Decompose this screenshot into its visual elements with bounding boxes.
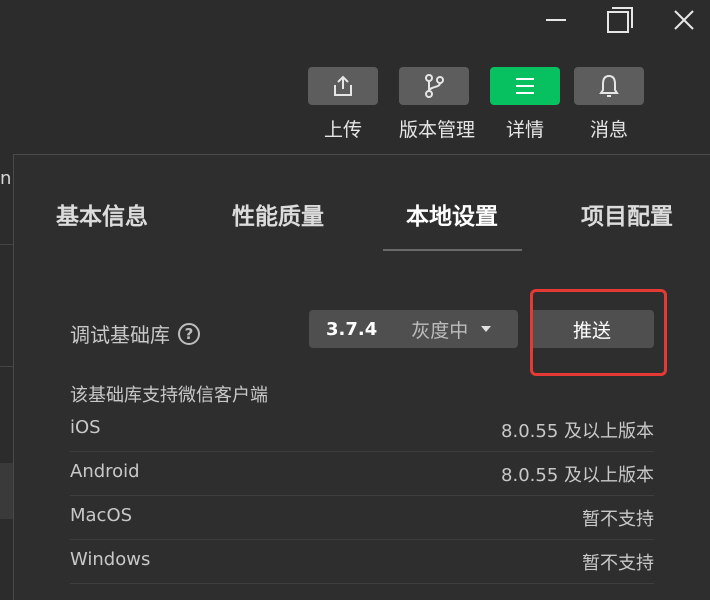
debug-lib-row-label: 调试基础库 ? xyxy=(70,319,200,348)
background-divider xyxy=(0,366,13,367)
close-icon xyxy=(674,10,694,30)
client-row-ios: iOS 8.0.55 及以上版本 xyxy=(70,407,654,452)
background-edge-text: n xyxy=(0,168,12,189)
upload-icon xyxy=(334,75,352,96)
chevron-down-icon xyxy=(481,326,492,332)
active-tab-indicator xyxy=(383,249,522,251)
minimize-icon xyxy=(546,19,566,21)
help-icon[interactable]: ? xyxy=(178,322,200,345)
details-tabs: 基本信息 性能质量 本地设置 项目配置 xyxy=(14,155,710,251)
tab-project-config[interactable]: 项目配置 xyxy=(581,197,673,231)
client-row-android: Android 8.0.55 及以上版本 xyxy=(70,451,654,496)
tab-performance-quality[interactable]: 性能质量 xyxy=(232,197,324,231)
tab-basic-info[interactable]: 基本信息 xyxy=(56,197,148,231)
maximize-icon xyxy=(607,7,633,33)
details-tool[interactable]: 详情 xyxy=(490,67,560,142)
background-divider xyxy=(0,244,13,245)
messages-button[interactable] xyxy=(574,67,644,105)
client-name: MacOS xyxy=(70,505,133,526)
client-support-value: 8.0.55 及以上版本 xyxy=(501,465,654,486)
client-row-macos: MacOS 暂不支持 xyxy=(70,495,654,540)
close-button[interactable] xyxy=(664,2,704,38)
maximize-button[interactable] xyxy=(600,2,640,38)
support-title: 该基础库支持微信客户端 xyxy=(70,385,268,406)
tab-local-settings[interactable]: 本地设置 xyxy=(406,197,498,231)
bell-icon xyxy=(599,74,619,97)
branch-icon xyxy=(425,74,444,98)
messages-tool[interactable]: 消息 xyxy=(574,67,644,142)
menu-icon xyxy=(516,78,534,94)
devtools-window: 上传 版本管理 详情 消息 n 基本信息 性能质量 本地设置 项目配置 调试基础… xyxy=(0,0,710,600)
debug-lib-version: 3.7.4 xyxy=(326,318,378,340)
debug-lib-state: 灰度中 xyxy=(411,319,469,342)
client-support-value: 暂不支持 xyxy=(582,553,654,574)
push-button[interactable]: 推送 xyxy=(530,310,654,348)
minimize-button[interactable] xyxy=(536,2,576,38)
client-row-windows: Windows 暂不支持 xyxy=(70,539,654,584)
background-block xyxy=(0,463,13,519)
upload-label: 上传 xyxy=(323,119,362,141)
version-label: 版本管理 xyxy=(399,119,476,141)
messages-label: 消息 xyxy=(589,119,628,141)
client-support-value: 暂不支持 xyxy=(582,509,654,530)
client-name: Android xyxy=(70,461,140,482)
client-support-value: 8.0.55 及以上版本 xyxy=(501,421,654,442)
version-tool[interactable]: 版本管理 xyxy=(399,67,476,142)
details-button[interactable] xyxy=(490,67,560,105)
client-name: iOS xyxy=(70,417,101,438)
upload-tool[interactable]: 上传 xyxy=(308,67,378,142)
upload-button[interactable] xyxy=(308,67,378,105)
debug-lib-label: 调试基础库 xyxy=(70,323,170,347)
version-button[interactable] xyxy=(399,67,469,105)
debug-lib-version-select[interactable]: 3.7.4 灰度中 xyxy=(309,310,518,348)
client-name: Windows xyxy=(70,549,151,570)
details-panel: 基本信息 性能质量 本地设置 项目配置 调试基础库 ? 3.7.4 灰度中 推送… xyxy=(13,154,710,600)
details-label: 详情 xyxy=(505,119,544,141)
